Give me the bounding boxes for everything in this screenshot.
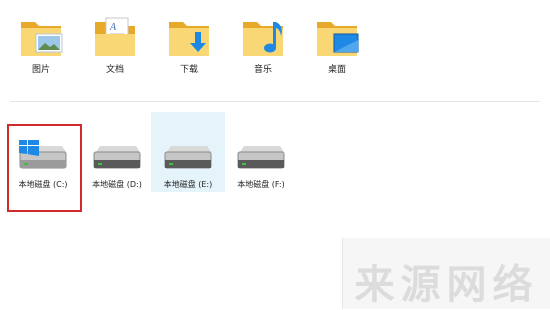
section-divider: [10, 101, 540, 102]
documents-folder-icon: A: [95, 17, 135, 56]
watermark-text: 来源网络: [354, 261, 539, 308]
folder-label: 图片: [31, 65, 50, 75]
folder-downloads[interactable]: 下载: [158, 8, 220, 94]
pictures-folder-icon: [21, 22, 63, 56]
drive-label: 本地磁盘 (E:): [163, 180, 213, 189]
drive-d[interactable]: 本地磁盘 (D:): [80, 112, 154, 192]
watermark: 来源网络: [342, 238, 550, 309]
drive-f[interactable]: 本地磁盘 (F:): [224, 112, 298, 192]
drive-label: 本地磁盘 (D:): [92, 180, 142, 189]
folder-label: 桌面: [327, 65, 346, 75]
quick-access-folders: 图片 A 文档 下载 音乐 桌面: [0, 0, 550, 100]
svg-text:A: A: [109, 22, 117, 33]
folder-label: 下载: [179, 65, 198, 75]
downloads-folder-icon: [169, 22, 209, 56]
folder-label: 文档: [105, 65, 124, 75]
hard-drive-icon: [93, 146, 141, 169]
drive-label: 本地磁盘 (F:): [237, 180, 285, 189]
folder-label: 音乐: [253, 65, 272, 75]
folder-music[interactable]: 音乐: [232, 8, 294, 94]
selection-highlight-box: [7, 124, 82, 212]
hard-drive-icon: [164, 146, 212, 169]
drive-e[interactable]: 本地磁盘 (E:): [151, 112, 225, 192]
folder-documents[interactable]: A 文档: [84, 8, 146, 94]
desktop-folder-icon: [317, 22, 359, 56]
music-folder-icon: [243, 22, 283, 56]
hard-drive-icon: [237, 146, 285, 169]
folder-desktop[interactable]: 桌面: [306, 8, 368, 94]
folder-pictures[interactable]: 图片: [10, 8, 72, 94]
